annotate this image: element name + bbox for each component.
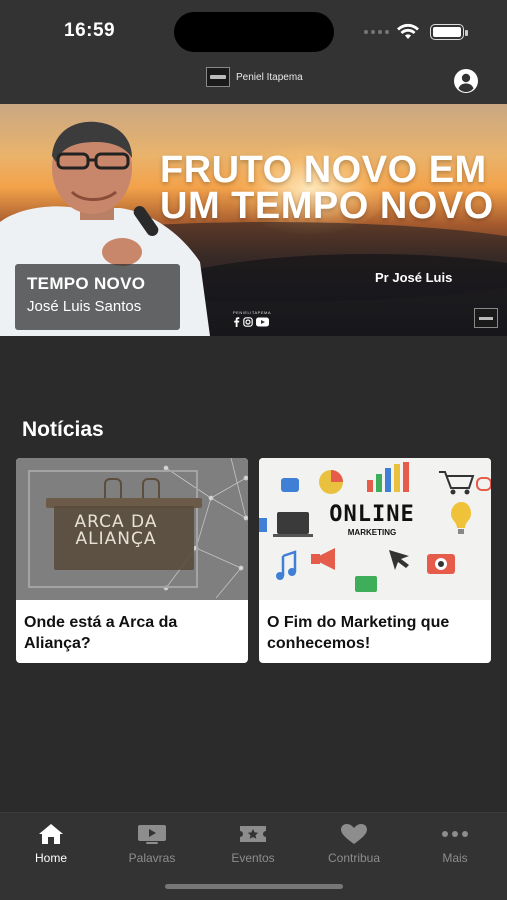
cellular-signal-icon bbox=[364, 30, 389, 34]
tab-label: Home bbox=[34, 851, 67, 865]
news-card-image-text: ARCA DA ALIANÇA bbox=[74, 512, 158, 549]
youtube-icon bbox=[256, 317, 269, 327]
news-card[interactable]: ONLINE MARKETING O Fim do Marketing que … bbox=[259, 458, 491, 663]
more-icon bbox=[442, 831, 468, 837]
news-card-image: ONLINE MARKETING bbox=[259, 458, 491, 600]
sermon-series-title: TEMPO NOVO bbox=[27, 274, 146, 293]
status-bar: 16:59 bbox=[0, 0, 507, 62]
news-card-image: ARCA DA ALIANÇA bbox=[16, 458, 248, 600]
sermon-caption: TEMPO NOVO José Luis Santos bbox=[15, 264, 180, 330]
tab-label: Mais bbox=[442, 851, 468, 865]
sermon-speaker: José Luis Santos bbox=[27, 298, 142, 315]
facebook-icon bbox=[234, 317, 240, 327]
tab-label: Palavras bbox=[128, 851, 176, 865]
brand: Peniel Itapema bbox=[206, 67, 303, 87]
tab-label: Contribua bbox=[327, 851, 381, 865]
tab-home[interactable]: Home bbox=[6, 823, 96, 865]
tab-eventos[interactable]: Eventos bbox=[208, 823, 298, 865]
news-card-title: O Fim do Marketing que conhecemos! bbox=[267, 614, 450, 652]
wifi-icon bbox=[397, 23, 419, 39]
church-logo-icon bbox=[206, 67, 230, 87]
tab-contribua[interactable]: Contribua bbox=[309, 823, 399, 865]
brand-name: Peniel Itapema bbox=[236, 71, 303, 83]
battery-icon bbox=[430, 24, 468, 40]
hero-title: FRUTO NOVO EM UM TEMPO NOVO bbox=[160, 149, 494, 227]
tab-label: Eventos bbox=[231, 851, 275, 865]
news-section-title: Notícias bbox=[22, 418, 104, 441]
tab-mais[interactable]: Mais bbox=[410, 823, 500, 865]
ticket-icon bbox=[240, 826, 266, 842]
news-card[interactable]: ARCA DA ALIANÇA Onde está a Arca da Alia… bbox=[16, 458, 248, 663]
heart-icon bbox=[341, 824, 367, 844]
hero-pastor-name: Pr José Luis bbox=[375, 270, 453, 285]
social-links: PENIELITAPEMA bbox=[233, 310, 271, 327]
instagram-icon bbox=[243, 317, 253, 327]
news-card-image-text: ONLINE MARKETING bbox=[329, 502, 415, 537]
church-logo-icon bbox=[474, 308, 498, 328]
account-circle-icon[interactable] bbox=[453, 68, 479, 94]
social-handle: PENIELITAPEMA bbox=[233, 310, 271, 315]
status-time: 16:59 bbox=[64, 20, 116, 41]
top-navigation: Peniel Itapema bbox=[0, 62, 507, 104]
dynamic-island bbox=[174, 12, 334, 52]
video-icon bbox=[138, 825, 166, 844]
news-card-title: Onde está a Arca da Aliança? bbox=[24, 614, 178, 652]
home-icon bbox=[39, 824, 63, 844]
home-indicator[interactable] bbox=[165, 884, 343, 889]
featured-sermon-banner[interactable]: FRUTO NOVO EM UM TEMPO NOVO Pr José Luis… bbox=[0, 104, 507, 336]
tab-palavras[interactable]: Palavras bbox=[107, 823, 197, 865]
